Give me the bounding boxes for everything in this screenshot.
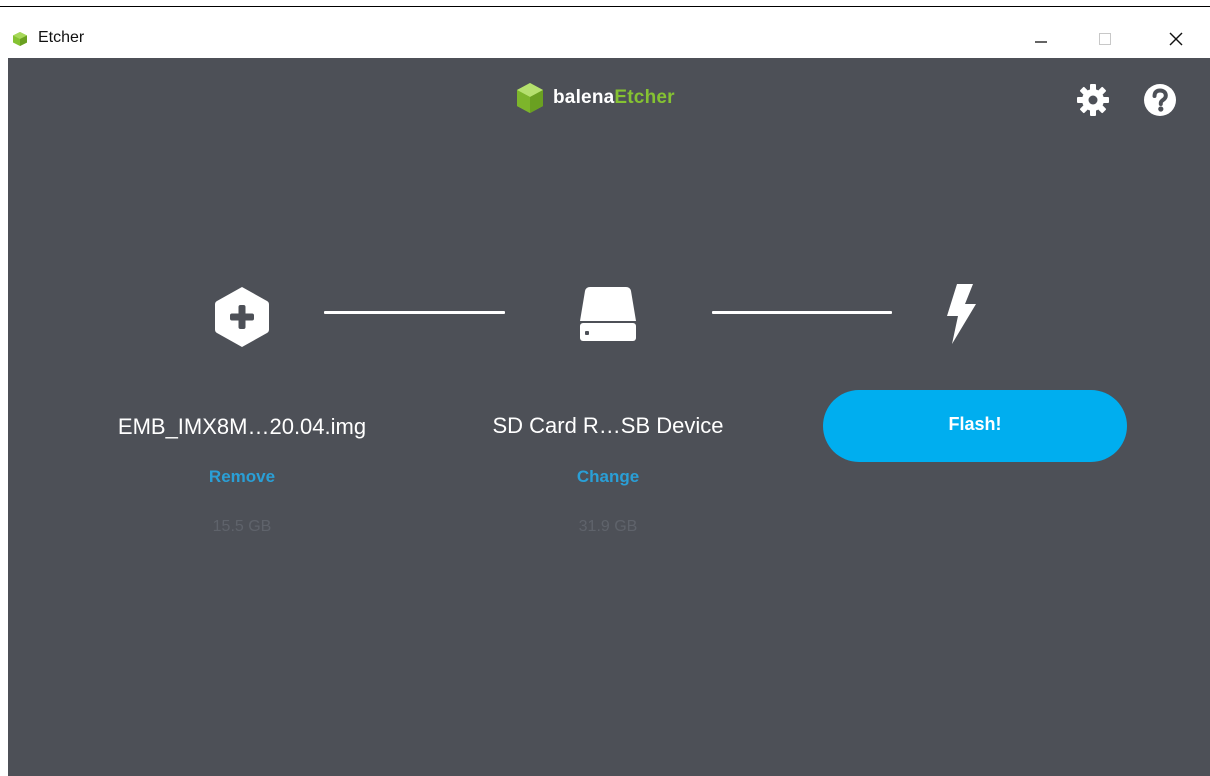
remove-image-link[interactable]: Remove (192, 467, 292, 487)
logo-text: balenaEtcher (553, 87, 675, 109)
close-icon (1169, 32, 1183, 46)
window-frame-edge (0, 20, 8, 776)
plus-hexagon-icon (215, 287, 269, 347)
lightning-bolt-icon (947, 284, 976, 344)
screen-edge-line (0, 6, 1210, 7)
step-connector-2 (712, 311, 892, 314)
select-drive-step-icon (576, 281, 640, 347)
logo-text-etcher: Etcher (614, 87, 675, 108)
close-button[interactable] (1153, 20, 1199, 58)
flash-step-icon (940, 280, 980, 346)
window-title: Etcher (38, 29, 85, 46)
minimize-icon (1035, 41, 1047, 43)
flash-button[interactable]: Flash! (823, 390, 1127, 462)
balena-etcher-logo: balenaEtcher (515, 81, 675, 115)
window-titlebar[interactable]: Etcher (8, 20, 1210, 58)
select-image-step-icon (212, 284, 272, 350)
drive-icon (580, 287, 636, 341)
drive-size: 31.9 GB (578, 518, 638, 535)
image-size: 15.5 GB (212, 518, 272, 535)
etcher-main-panel: balenaEtcher EMB_IMX8M…20.04.img SD Card… (8, 58, 1210, 776)
logo-text-balena: balena (553, 87, 615, 108)
settings-button[interactable] (1074, 82, 1112, 118)
maximize-button[interactable] (1082, 20, 1128, 58)
selected-image-name: EMB_IMX8M…20.04.img (117, 414, 367, 439)
question-circle-icon (1144, 84, 1176, 116)
gear-icon (1077, 84, 1109, 116)
balena-cube-icon (517, 83, 543, 113)
selected-drive-name: SD Card R…SB Device (492, 413, 724, 438)
etcher-app-icon (13, 32, 27, 46)
step-connector-1 (324, 311, 505, 314)
maximize-icon (1099, 33, 1111, 45)
change-drive-link[interactable]: Change (558, 467, 658, 487)
minimize-button[interactable] (1018, 20, 1064, 58)
help-button[interactable] (1141, 82, 1179, 118)
